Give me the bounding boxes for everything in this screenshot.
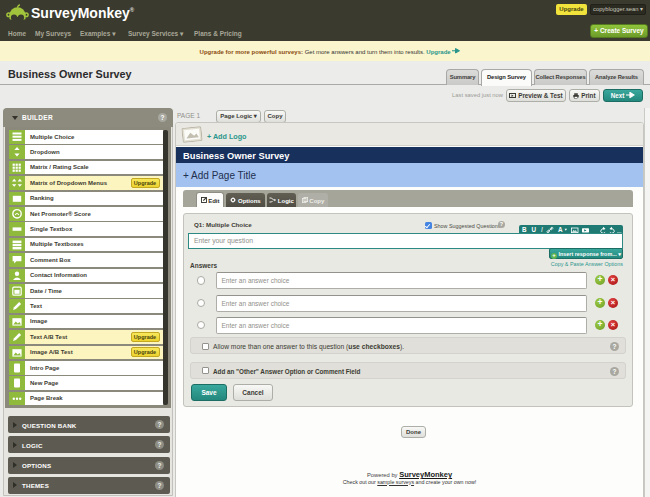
svg-text:B: B	[522, 226, 527, 233]
svg-text:U: U	[532, 226, 537, 233]
svg-text:I: I	[541, 226, 543, 233]
svg-text:A: A	[558, 226, 563, 233]
